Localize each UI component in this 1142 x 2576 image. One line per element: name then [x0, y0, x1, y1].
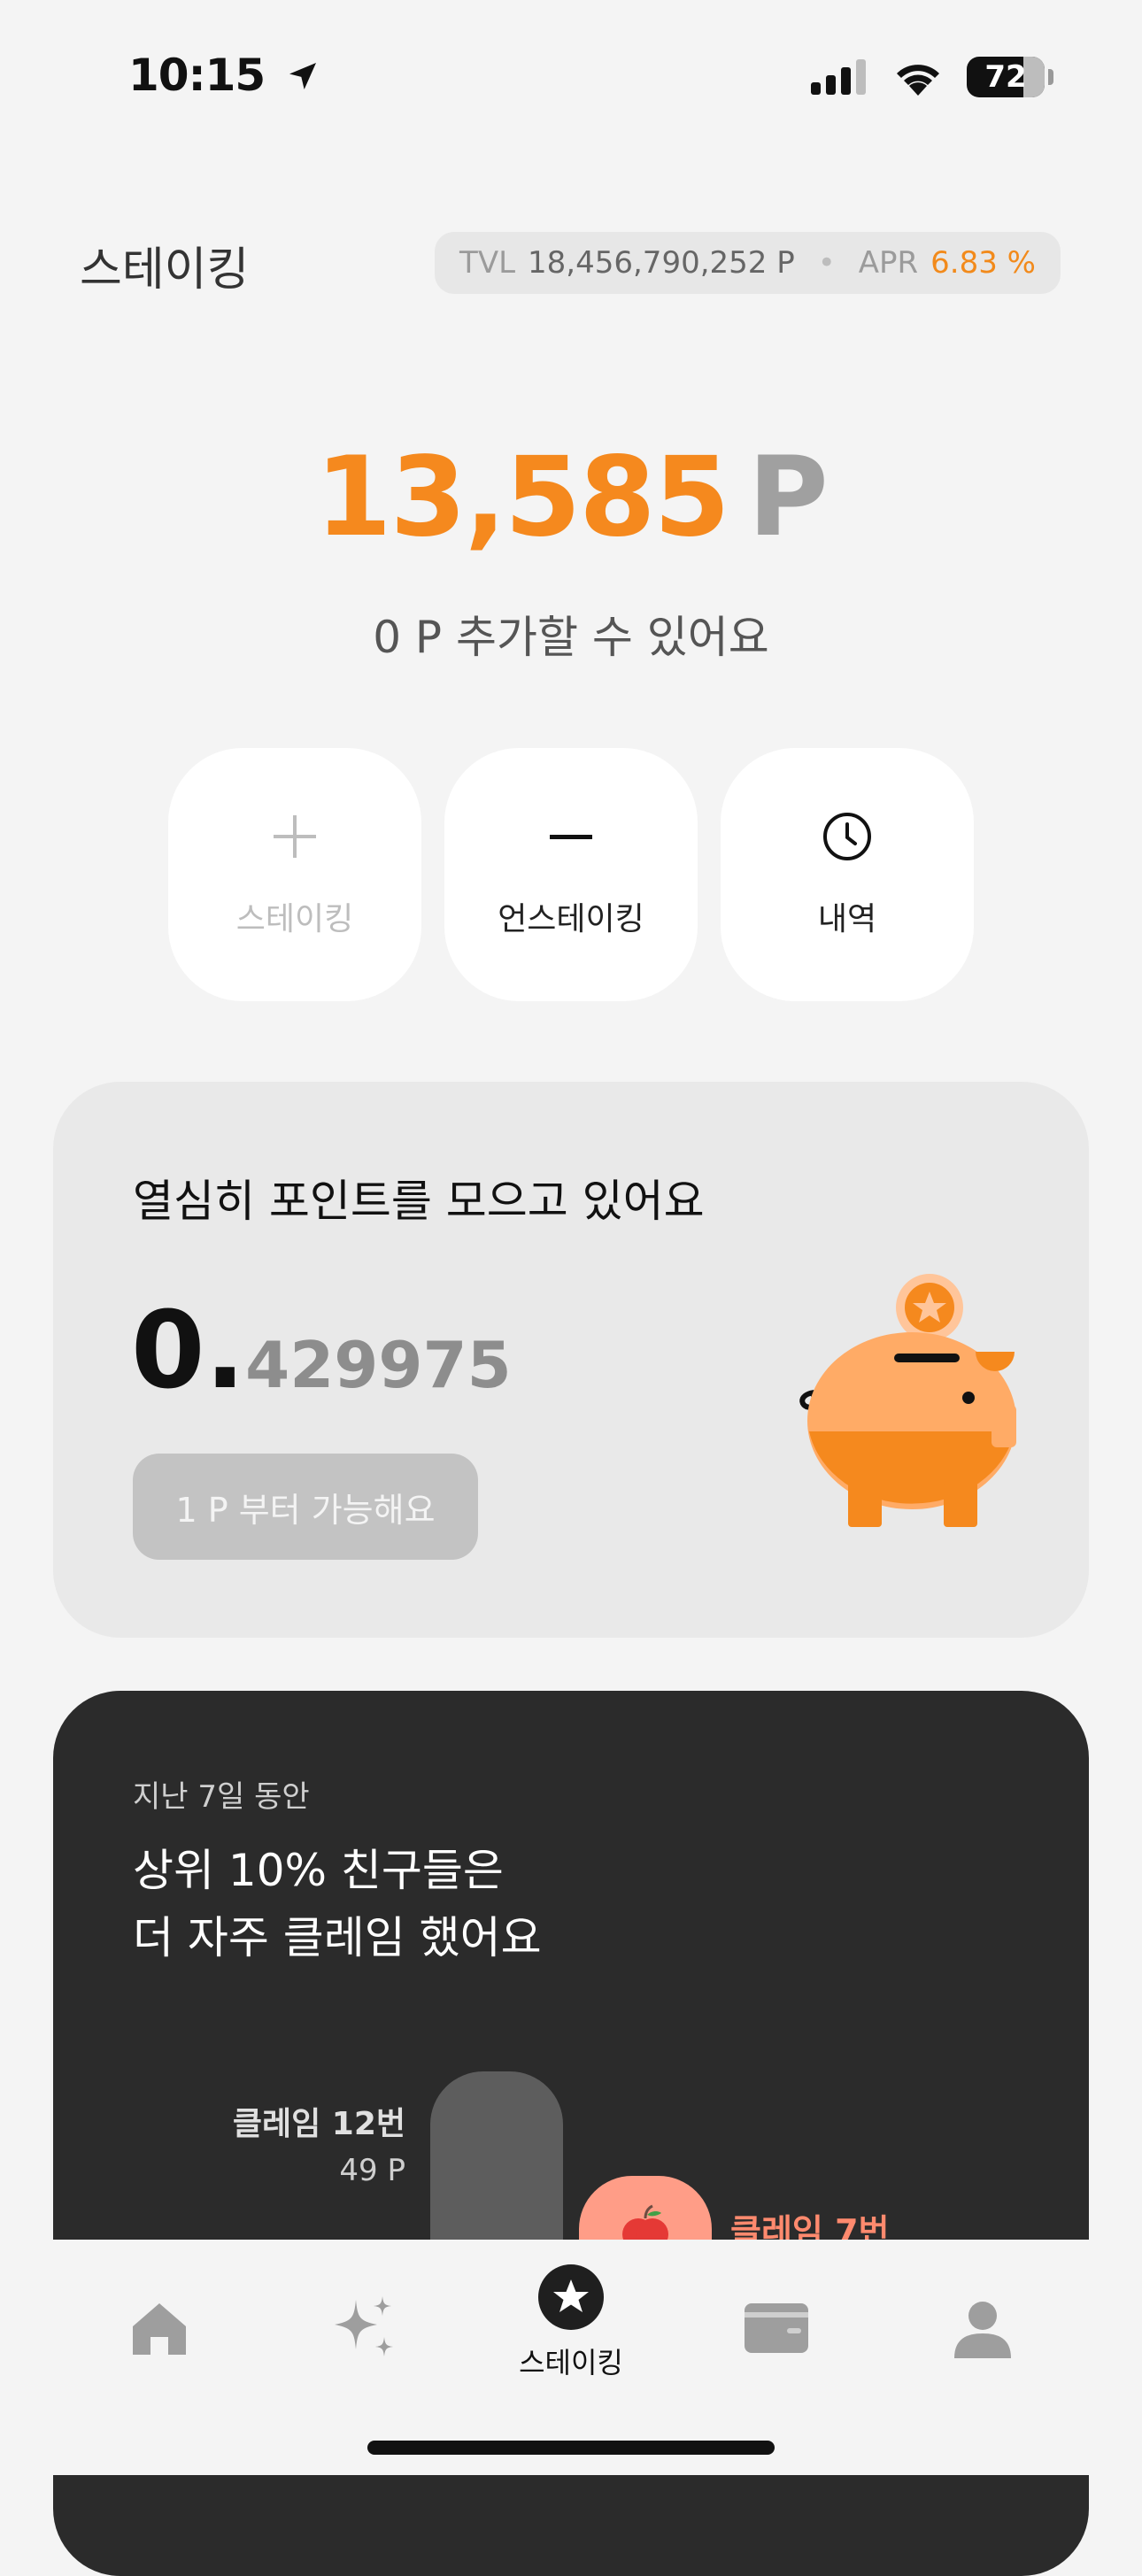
wallet-icon — [745, 2303, 808, 2353]
clock-icon — [823, 813, 871, 860]
tvl-value: 18,456,790,252 P — [528, 245, 795, 281]
profile-icon — [954, 2302, 1011, 2358]
accumulated-points: 0.429975 — [131, 1290, 512, 1413]
apr-label: APR — [858, 245, 919, 281]
card-title: 열심히 포인트를 모으고 있어요 — [133, 1176, 705, 1227]
available-to-add: 0 P 추가할 수 있어요 — [373, 612, 769, 663]
star-icon — [538, 2264, 604, 2330]
tab-staking-label: 스테이킹 — [519, 2346, 623, 2379]
minus-icon — [550, 835, 592, 839]
points-accumulation-card: 열심히 포인트를 모으고 있어요 0.429975 1 P 부터 가능해요 — [53, 1082, 1089, 1638]
plus-icon — [274, 815, 316, 858]
stake-label: 스테이킹 — [235, 901, 354, 937]
tab-profile[interactable] — [916, 2262, 1049, 2395]
history-button[interactable]: 내역 — [721, 748, 974, 1001]
history-label: 내역 — [817, 901, 877, 937]
signal-icon — [811, 59, 866, 95]
wifi-icon — [897, 65, 939, 96]
balance-amount: 13,585 — [315, 434, 730, 561]
status-indicators: 72 — [811, 55, 1053, 99]
claim-button[interactable]: 1 P 부터 가능해요 — [133, 1454, 478, 1560]
unstake-label: 언스테이킹 — [498, 901, 644, 937]
location-arrow-icon — [289, 63, 316, 89]
status-time: 10:15 — [128, 50, 320, 101]
headline-line-1: 상위 10% 친구들은 — [133, 1845, 504, 1896]
top-claim-points: 49 P — [339, 2153, 405, 2188]
apr-value: 6.83 % — [930, 245, 1036, 281]
tab-wallet[interactable] — [710, 2262, 843, 2395]
home-icon — [133, 2303, 186, 2355]
battery-indicator: 72 — [967, 57, 1053, 97]
points-integer: 0. — [131, 1290, 246, 1413]
staked-balance: 13,585 P — [0, 434, 1142, 561]
stats-headline: 상위 10% 친구들은 더 자주 클레임 했어요 — [133, 1837, 542, 1971]
stats-period: 지난 7일 동안 — [133, 1779, 310, 1815]
page-title: 스테이킹 — [80, 243, 250, 297]
headline-line-2: 더 자주 클레임 했어요 — [133, 1912, 542, 1963]
piggy-bank-icon — [735, 1272, 1018, 1532]
unstake-button[interactable]: 언스테이킹 — [444, 748, 698, 1001]
tab-home[interactable] — [93, 2262, 226, 2395]
balance-unit: P — [747, 434, 829, 561]
sparkle-icon — [335, 2296, 393, 2356]
separator-dot: • — [817, 245, 836, 281]
tab-staking[interactable]: 스테이킹 — [505, 2256, 637, 2388]
stake-button[interactable]: 스테이킹 — [168, 748, 421, 1001]
staking-stats-pill: TVL 18,456,790,252 P • APR 6.83 % — [435, 232, 1061, 294]
tab-sparkle[interactable] — [297, 2262, 429, 2395]
tvl-label: TVL — [459, 245, 516, 281]
points-decimal: 429975 — [245, 1328, 512, 1402]
top-claim-count: 클레임 12번 — [232, 2106, 405, 2142]
home-indicator — [367, 2441, 775, 2455]
